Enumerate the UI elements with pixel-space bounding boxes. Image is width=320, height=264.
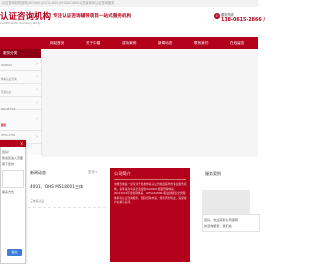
- nav-news[interactable]: 新闻动态: [158, 37, 172, 49]
- close-icon[interactable]: ✕: [20, 140, 23, 147]
- chat-invite-line: 您好，欢迎来到公司官网: [204, 218, 239, 222]
- nav-message[interactable]: 在线留言: [230, 37, 244, 49]
- chevron-right-icon: ›: [36, 116, 38, 122]
- sidebar-item-label: ISO 45 FCC: [1, 108, 16, 111]
- sidebar-item-label: 环境认证: [1, 91, 12, 94]
- popup-text-line: 您好！: [2, 150, 12, 154]
- sidebar-item-5[interactable]: ›: [0, 113, 41, 131]
- chat-invite-line: 的咨询服务，我们会: [204, 224, 232, 228]
- chevron-right-icon: ›: [36, 100, 38, 106]
- intro-divider: [114, 179, 186, 180]
- sidebar-item-label: 体系认证咨询: [1, 78, 17, 81]
- nav-home[interactable]: 网站首页: [50, 37, 64, 49]
- news-more-link[interactable]: 更多+: [88, 170, 98, 175]
- hero-banner[interactable]: [42, 49, 258, 157]
- sidebar-item-label: 0755-1705: [1, 134, 16, 137]
- popup-text-line: 留下您的: [2, 162, 15, 166]
- chevron-right-icon: ›: [36, 74, 38, 80]
- chevron-right-icon: ›: [36, 87, 38, 93]
- news-divider: [28, 207, 106, 208]
- chevron-right-icon: ›: [36, 134, 38, 140]
- cases-section-title: 服务案例: [205, 171, 221, 176]
- company-intro-title: 公司简介: [114, 171, 131, 176]
- popup-submit-button[interactable]: 提交: [7, 249, 22, 256]
- news-item-subtitle[interactable]: 三体系认证: [30, 199, 44, 203]
- chevron-right-icon: ›: [36, 61, 38, 67]
- header-slogan: 专注认证咨询辅导项目一站式服务机构: [53, 14, 132, 19]
- hotline-number[interactable]: 138-0615-2866 /: [221, 18, 265, 23]
- phone-icon: ✆: [214, 13, 220, 19]
- hotline-label: 服务热线: [221, 13, 234, 17]
- sidebar-header: 服务分类: [0, 49, 41, 58]
- news-section-title: 新闻动态: [30, 170, 46, 175]
- sidebar-item-label: 服务: [1, 124, 7, 127]
- nav-contact[interactable]: 联系我们: [194, 37, 208, 49]
- news-item-title[interactable]: 4001、OHS MS18001三体: [30, 184, 83, 190]
- popup-message-input[interactable]: [2, 170, 24, 188]
- popup-text-line: 欢迎您进入页面: [2, 156, 24, 160]
- site-logo-subtitle: Certification Advisory Body: [0, 21, 41, 25]
- top-info-bar: 认证咨询机构官网|ISO9001|ISO14001|OHSAS18001|质量体…: [0, 0, 258, 7]
- nav-about[interactable]: 关于中鼎: [86, 37, 100, 49]
- nav-cases[interactable]: 成功案例: [122, 37, 136, 49]
- popup-text-line: 联系方式: [2, 190, 15, 194]
- company-intro-text: 中鼎咨询是一家专注于各类体系认证咨询及辅导的专业服务机构，多年来为众多企业提供I…: [114, 182, 187, 205]
- case-image[interactable]: [202, 190, 250, 214]
- sidebar-item-label: ISO9001: [1, 64, 13, 67]
